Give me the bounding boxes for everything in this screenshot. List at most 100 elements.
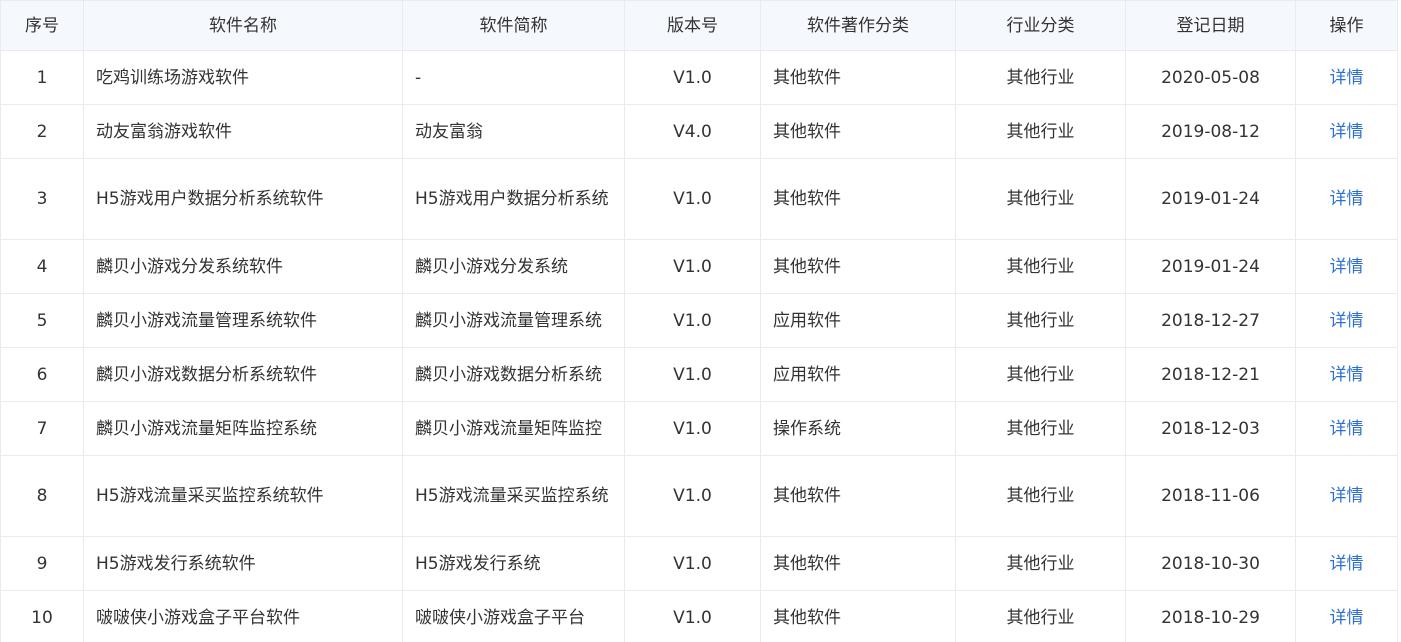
cell-register-date: 2018-11-06: [1125, 455, 1296, 537]
table-row: 8 H5游戏流量采买监控系统软件 H5游戏流量采买监控系统 V1.0 其他软件 …: [0, 455, 1398, 537]
detail-link[interactable]: 详情: [1330, 365, 1364, 385]
cell-copyright-category: 其他软件: [760, 104, 956, 159]
table-row: 1 吃鸡训练场游戏软件 - V1.0 其他软件 其他行业 2020-05-08 …: [0, 50, 1398, 105]
cell-version: V1.0: [624, 401, 761, 456]
cell-copyright-category: 应用软件: [760, 293, 956, 348]
detail-link[interactable]: 详情: [1330, 189, 1364, 209]
detail-link[interactable]: 详情: [1330, 257, 1364, 277]
cell-short-name: 麟贝小游戏流量矩阵监控: [402, 401, 625, 456]
cell-software-name: H5游戏用户数据分析系统软件: [83, 158, 403, 240]
cell-short-name: 啵啵侠小游戏盒子平台: [402, 590, 625, 642]
cell-short-name: 麟贝小游戏流量管理系统: [402, 293, 625, 348]
cell-action: 详情: [1295, 347, 1398, 402]
cell-action: 详情: [1295, 536, 1398, 591]
detail-link[interactable]: 详情: [1330, 486, 1364, 506]
detail-link[interactable]: 详情: [1330, 608, 1364, 628]
cell-short-name: 动友富翁: [402, 104, 625, 159]
cell-software-name: 吃鸡训练场游戏软件: [83, 50, 403, 105]
header-software-name: 软件名称: [83, 0, 403, 51]
cell-action: 详情: [1295, 50, 1398, 105]
header-index: 序号: [0, 0, 84, 51]
table-row: 6 麟贝小游戏数据分析系统软件 麟贝小游戏数据分析系统 V1.0 应用软件 其他…: [0, 347, 1398, 402]
cell-short-name: H5游戏发行系统: [402, 536, 625, 591]
cell-industry: 其他行业: [955, 536, 1126, 591]
cell-software-name: 麟贝小游戏流量矩阵监控系统: [83, 401, 403, 456]
cell-industry: 其他行业: [955, 50, 1126, 105]
cell-industry: 其他行业: [955, 401, 1126, 456]
cell-register-date: 2018-12-21: [1125, 347, 1296, 402]
table-row: 10 啵啵侠小游戏盒子平台软件 啵啵侠小游戏盒子平台 V1.0 其他软件 其他行…: [0, 590, 1398, 642]
cell-copyright-category: 其他软件: [760, 590, 956, 642]
cell-index: 8: [0, 455, 84, 537]
detail-link[interactable]: 详情: [1330, 419, 1364, 439]
cell-short-name: 麟贝小游戏分发系统: [402, 239, 625, 294]
cell-action: 详情: [1295, 293, 1398, 348]
cell-software-name: 啵啵侠小游戏盒子平台软件: [83, 590, 403, 642]
detail-link[interactable]: 详情: [1330, 554, 1364, 574]
cell-copyright-category: 操作系统: [760, 401, 956, 456]
cell-register-date: 2018-12-03: [1125, 401, 1296, 456]
cell-register-date: 2018-10-29: [1125, 590, 1296, 642]
cell-action: 详情: [1295, 455, 1398, 537]
header-industry: 行业分类: [955, 0, 1126, 51]
header-copyright-category: 软件著作分类: [760, 0, 956, 51]
header-register-date: 登记日期: [1125, 0, 1296, 51]
cell-action: 详情: [1295, 158, 1398, 240]
cell-index: 4: [0, 239, 84, 294]
cell-copyright-category: 应用软件: [760, 347, 956, 402]
cell-register-date: 2019-01-24: [1125, 158, 1296, 240]
table-row: 7 麟贝小游戏流量矩阵监控系统 麟贝小游戏流量矩阵监控 V1.0 操作系统 其他…: [0, 401, 1398, 456]
cell-copyright-category: 其他软件: [760, 239, 956, 294]
software-copyright-table: 序号 软件名称 软件简称 版本号 软件著作分类 行业分类 登记日期 操作 1 吃…: [0, 0, 1398, 642]
cell-copyright-category: 其他软件: [760, 50, 956, 105]
cell-index: 2: [0, 104, 84, 159]
cell-register-date: 2020-05-08: [1125, 50, 1296, 105]
cell-industry: 其他行业: [955, 158, 1126, 240]
cell-short-name: 麟贝小游戏数据分析系统: [402, 347, 625, 402]
cell-action: 详情: [1295, 401, 1398, 456]
cell-copyright-category: 其他软件: [760, 455, 956, 537]
cell-software-name: H5游戏流量采买监控系统软件: [83, 455, 403, 537]
cell-industry: 其他行业: [955, 293, 1126, 348]
header-action: 操作: [1295, 0, 1398, 51]
cell-industry: 其他行业: [955, 347, 1126, 402]
cell-industry: 其他行业: [955, 455, 1126, 537]
header-version: 版本号: [624, 0, 761, 51]
table-row: 4 麟贝小游戏分发系统软件 麟贝小游戏分发系统 V1.0 其他软件 其他行业 2…: [0, 239, 1398, 294]
cell-software-name: 动友富翁游戏软件: [83, 104, 403, 159]
cell-version: V1.0: [624, 536, 761, 591]
cell-version: V1.0: [624, 50, 761, 105]
cell-index: 1: [0, 50, 84, 105]
cell-register-date: 2019-01-24: [1125, 239, 1296, 294]
table-row: 5 麟贝小游戏流量管理系统软件 麟贝小游戏流量管理系统 V1.0 应用软件 其他…: [0, 293, 1398, 348]
cell-short-name: -: [402, 50, 625, 105]
cell-copyright-category: 其他软件: [760, 158, 956, 240]
table-row: 2 动友富翁游戏软件 动友富翁 V4.0 其他软件 其他行业 2019-08-1…: [0, 104, 1398, 159]
detail-link[interactable]: 详情: [1330, 68, 1364, 88]
detail-link[interactable]: 详情: [1330, 122, 1364, 142]
cell-software-name: 麟贝小游戏数据分析系统软件: [83, 347, 403, 402]
cell-version: V1.0: [624, 455, 761, 537]
cell-industry: 其他行业: [955, 239, 1126, 294]
cell-version: V1.0: [624, 293, 761, 348]
cell-index: 6: [0, 347, 84, 402]
cell-register-date: 2018-12-27: [1125, 293, 1296, 348]
cell-software-name: 麟贝小游戏分发系统软件: [83, 239, 403, 294]
cell-software-name: 麟贝小游戏流量管理系统软件: [83, 293, 403, 348]
table-body: 1 吃鸡训练场游戏软件 - V1.0 其他软件 其他行业 2020-05-08 …: [0, 50, 1398, 642]
cell-version: V1.0: [624, 347, 761, 402]
cell-version: V1.0: [624, 590, 761, 642]
cell-industry: 其他行业: [955, 104, 1126, 159]
cell-short-name: H5游戏用户数据分析系统: [402, 158, 625, 240]
cell-register-date: 2019-08-12: [1125, 104, 1296, 159]
cell-index: 10: [0, 590, 84, 642]
cell-action: 详情: [1295, 239, 1398, 294]
header-short-name: 软件简称: [402, 0, 625, 51]
cell-industry: 其他行业: [955, 590, 1126, 642]
detail-link[interactable]: 详情: [1330, 311, 1364, 331]
header-row: 序号 软件名称 软件简称 版本号 软件著作分类 行业分类 登记日期 操作: [0, 0, 1398, 51]
cell-copyright-category: 其他软件: [760, 536, 956, 591]
cell-software-name: H5游戏发行系统软件: [83, 536, 403, 591]
table-header: 序号 软件名称 软件简称 版本号 软件著作分类 行业分类 登记日期 操作: [0, 0, 1398, 51]
cell-index: 3: [0, 158, 84, 240]
